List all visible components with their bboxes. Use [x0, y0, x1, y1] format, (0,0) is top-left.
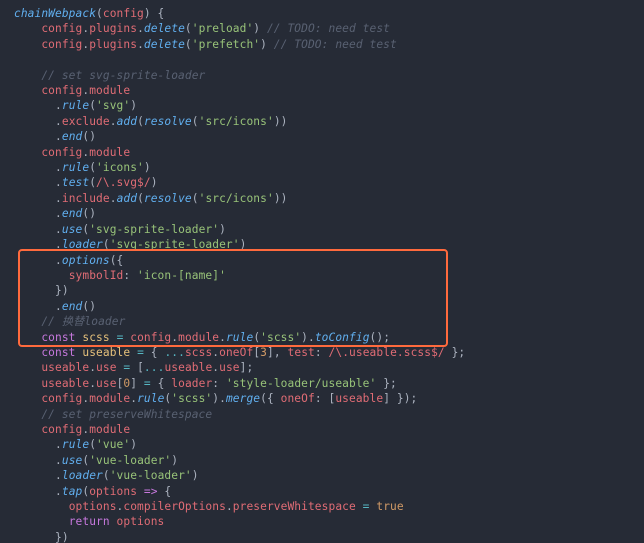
code-line: .end() [14, 299, 644, 314]
code-line: .exclude.add(resolve('src/icons')) [14, 114, 644, 129]
code-line: .end() [14, 129, 644, 144]
code-line: }) [14, 283, 644, 298]
code-line: // set svg-sprite-loader [14, 68, 644, 83]
code-line: config.module.rule('scss').merge({ oneOf… [14, 391, 644, 406]
code-line: .loader('vue-loader') [14, 468, 644, 483]
code-editor[interactable]: chainWebpack(config) { config.plugins.de… [0, 0, 644, 543]
code-line: .rule('icons') [14, 160, 644, 175]
code-line: .test(/\.svg$/) [14, 175, 644, 190]
code-line: .include.add(resolve('src/icons')) [14, 191, 644, 206]
code-line: .rule('vue') [14, 437, 644, 452]
code-line: config.module [14, 145, 644, 160]
code-line: config.plugins.delete('prefetch') // TOD… [14, 37, 644, 52]
code-line: // set preserveWhitespace [14, 407, 644, 422]
code-line: options.compilerOptions.preserveWhitespa… [14, 499, 644, 514]
code-line: .loader('svg-sprite-loader') [14, 237, 644, 252]
code-line: useable.use = [...useable.use]; [14, 360, 644, 375]
code-line: .rule('svg') [14, 98, 644, 113]
code-line: .use('svg-sprite-loader') [14, 222, 644, 237]
code-line: chainWebpack(config) { [14, 6, 644, 21]
code-line: const scss = config.module.rule('scss').… [14, 330, 644, 345]
code-line: useable.use[0] = { loader: 'style-loader… [14, 376, 644, 391]
code-line: config.module [14, 422, 644, 437]
code-line: .options({ [14, 253, 644, 268]
code-line: // 换替loader [14, 314, 644, 329]
code-line: }) [14, 530, 644, 543]
code-line: .use('vue-loader') [14, 453, 644, 468]
code-line: const useable = { ...scss.oneOf[3], test… [14, 345, 644, 360]
code-line: return options [14, 514, 644, 529]
code-line: config.module [14, 83, 644, 98]
code-line: symbolId: 'icon-[name]' [14, 268, 644, 283]
code-line [14, 52, 644, 67]
code-line: config.plugins.delete('preload') // TODO… [14, 21, 644, 36]
code-line: .end() [14, 206, 644, 221]
code-line: .tap(options => { [14, 484, 644, 499]
